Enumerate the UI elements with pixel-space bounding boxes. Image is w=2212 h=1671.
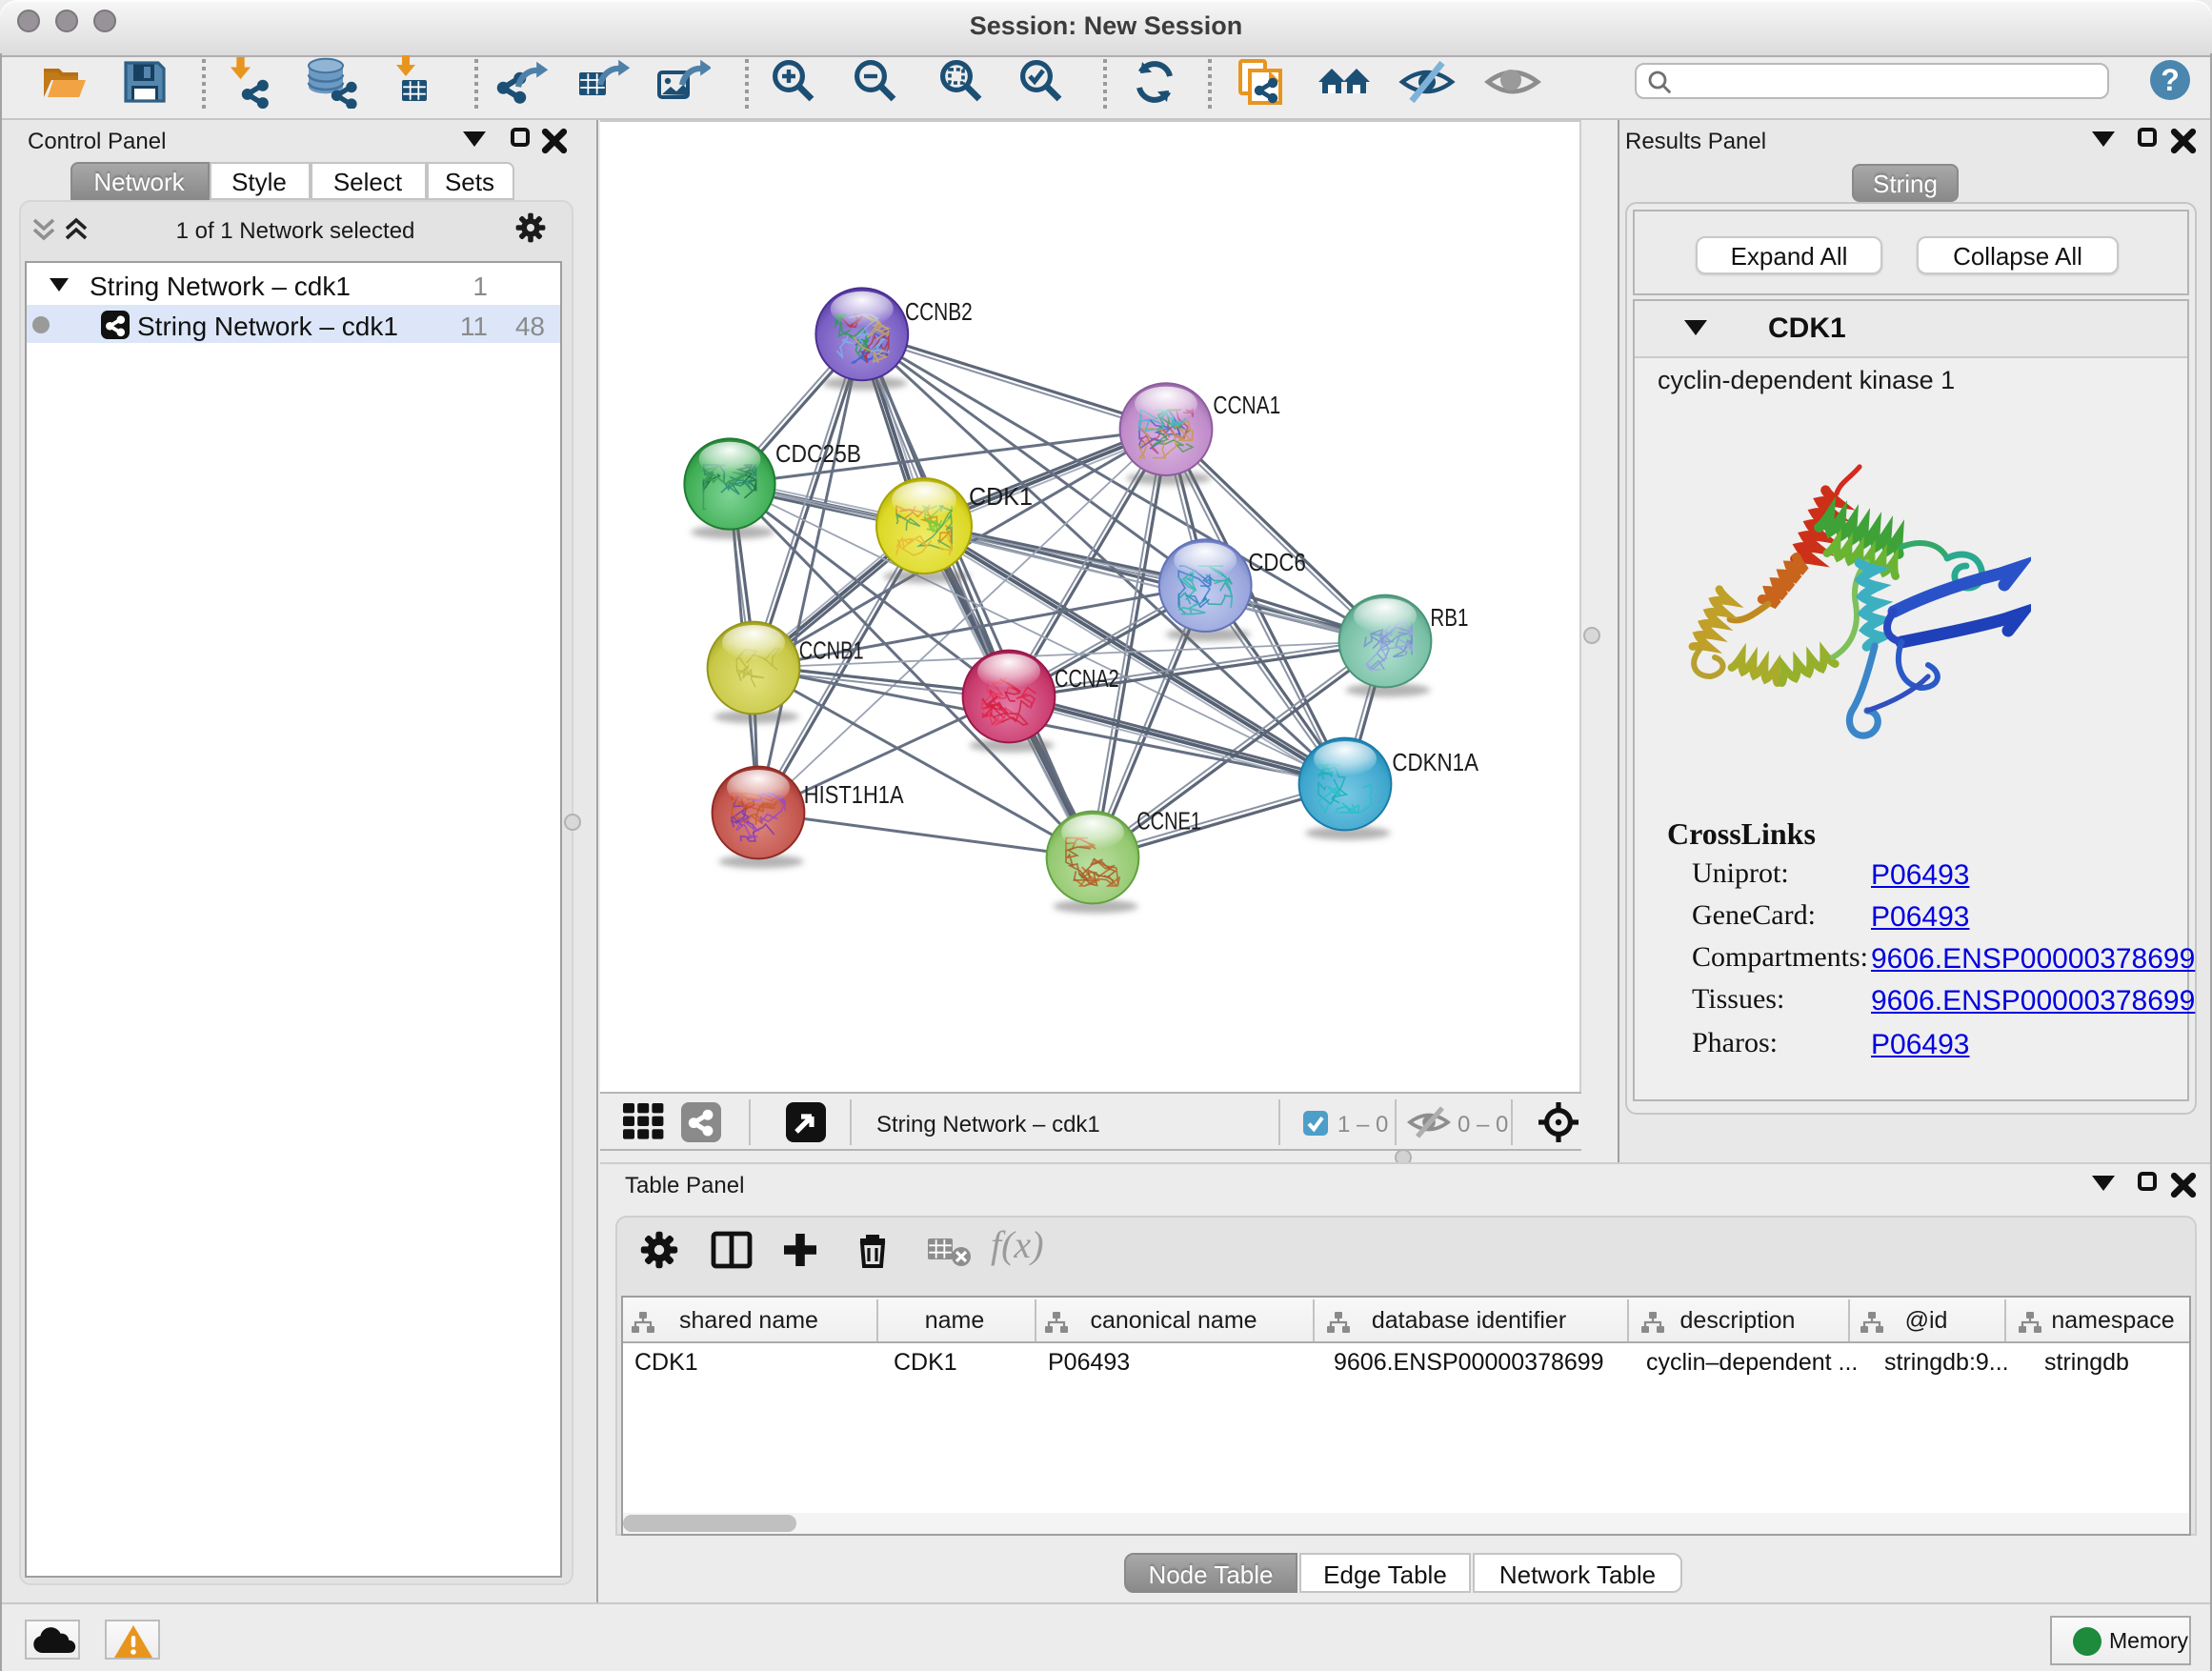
svg-text:?: ? [2161, 63, 2180, 97]
svg-text:CDK1: CDK1 [969, 482, 1033, 511]
svg-text:CDC25B: CDC25B [775, 439, 861, 468]
svg-text:HIST1H1A: HIST1H1A [804, 780, 904, 809]
svg-text:CCNE1: CCNE1 [1136, 806, 1201, 835]
svg-text:CCNB1: CCNB1 [799, 636, 864, 665]
svg-text:CDKN1A: CDKN1A [1392, 748, 1478, 776]
svg-text:CCNB2: CCNB2 [905, 297, 973, 326]
svg-text:CDC6: CDC6 [1248, 548, 1305, 576]
svg-text:RB1: RB1 [1430, 603, 1468, 632]
svg-text:CCNA1: CCNA1 [1213, 391, 1280, 419]
svg-text:CCNA2: CCNA2 [1055, 664, 1119, 693]
